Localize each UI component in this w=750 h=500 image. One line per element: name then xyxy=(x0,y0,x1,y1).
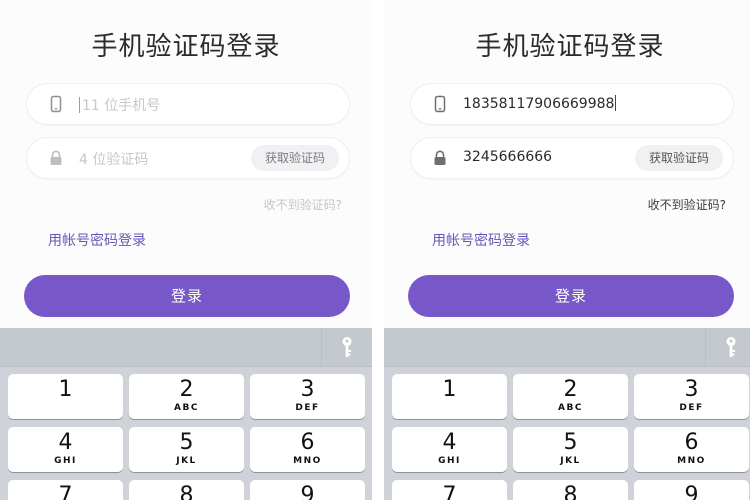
key-digit: 3 xyxy=(300,377,315,402)
login-screen-empty: 手机验证码登录 11 位手机号 4 位验证码 获取验证码 收不到验证码? 用帐号… xyxy=(0,0,372,500)
key-digit: 5 xyxy=(179,430,194,455)
key-3[interactable]: 3 DEF xyxy=(250,374,365,419)
key-digit: 9 xyxy=(300,483,315,500)
page-title: 手机验证码登录 xyxy=(91,32,281,62)
no-code-link[interactable]: 收不到验证码? xyxy=(264,196,342,213)
keychain-button[interactable] xyxy=(705,328,750,366)
key-digit: 9 xyxy=(684,483,699,500)
key-letters: ABC xyxy=(558,403,583,413)
numeric-keyboard: 1 2 ABC 3 DEF 4 GHI 5 JKL 6 MNO 7 8 9 xyxy=(0,328,372,500)
key-3[interactable]: 3 DEF xyxy=(634,374,749,419)
password-login-link[interactable]: 用帐号密码登录 xyxy=(432,230,530,250)
phone-input[interactable]: 18358117906669988 xyxy=(410,83,734,125)
login-screen-filled: 手机验证码登录 18358117906669988 3245666666 获取验… xyxy=(384,0,750,500)
key-digit: 7 xyxy=(442,483,457,500)
key-9[interactable]: 9 xyxy=(250,480,365,500)
key-5[interactable]: 5 JKL xyxy=(129,427,244,472)
key-digit: 1 xyxy=(58,377,73,402)
key-7[interactable]: 7 xyxy=(8,480,123,500)
key-letters: MNO xyxy=(293,456,322,466)
key-1[interactable]: 1 xyxy=(392,374,507,419)
get-code-button[interactable]: 获取验证码 xyxy=(634,145,723,171)
key-letters: MNO xyxy=(677,456,706,466)
key-7[interactable]: 7 xyxy=(392,480,507,500)
key-letters: DEF xyxy=(295,403,320,413)
login-button[interactable]: 登录 xyxy=(24,275,350,317)
key-4[interactable]: 4 GHI xyxy=(392,427,507,472)
page-title: 手机验证码登录 xyxy=(475,32,665,62)
phone-input[interactable]: 11 位手机号 xyxy=(26,83,350,125)
numeric-keyboard: 1 2 ABC 3 DEF 4 GHI 5 JKL 6 MNO 7 8 9 xyxy=(384,328,750,500)
key-letters: GHI xyxy=(54,456,77,466)
code-value: 3245666666 xyxy=(463,149,553,165)
key-digit: 8 xyxy=(179,483,194,500)
key-8[interactable]: 8 xyxy=(129,480,244,500)
key-letters: JKL xyxy=(176,456,197,466)
key-digit: 4 xyxy=(442,430,457,455)
key-digit: 8 xyxy=(563,483,578,500)
no-code-link[interactable]: 收不到验证码? xyxy=(648,196,726,213)
key-digit: 1 xyxy=(442,377,457,402)
key-digit: 3 xyxy=(684,377,699,402)
keychain-button[interactable] xyxy=(321,328,372,366)
code-input[interactable]: 4 位验证码 获取验证码 xyxy=(26,137,350,179)
key-icon xyxy=(342,337,352,357)
phone-icon xyxy=(434,95,446,113)
key-digit: 6 xyxy=(684,430,699,455)
key-digit: 6 xyxy=(300,430,315,455)
key-letters: GHI xyxy=(438,456,461,466)
lock-icon xyxy=(50,150,62,165)
key-digit: 2 xyxy=(179,377,194,402)
key-4[interactable]: 4 GHI xyxy=(8,427,123,472)
key-6[interactable]: 6 MNO xyxy=(250,427,365,472)
phone-placeholder: 11 位手机号 xyxy=(79,95,160,115)
key-1[interactable]: 1 xyxy=(8,374,123,419)
login-button[interactable]: 登录 xyxy=(408,275,734,317)
get-code-button[interactable]: 获取验证码 xyxy=(250,145,339,171)
keyboard-toolbar xyxy=(384,328,750,367)
key-digit: 5 xyxy=(563,430,578,455)
lock-icon xyxy=(434,150,446,165)
key-digit: 2 xyxy=(563,377,578,402)
phone-value: 18358117906669988 xyxy=(463,95,617,112)
key-icon xyxy=(726,337,736,357)
key-9[interactable]: 9 xyxy=(634,480,749,500)
key-6[interactable]: 6 MNO xyxy=(634,427,749,472)
key-letters: DEF xyxy=(679,403,704,413)
phone-icon xyxy=(50,95,62,113)
key-2[interactable]: 2 ABC xyxy=(513,374,628,419)
code-input[interactable]: 3245666666 获取验证码 xyxy=(410,137,734,179)
key-digit: 4 xyxy=(58,430,73,455)
key-digit: 7 xyxy=(58,483,73,500)
password-login-link[interactable]: 用帐号密码登录 xyxy=(48,230,146,250)
key-8[interactable]: 8 xyxy=(513,480,628,500)
key-letters: ABC xyxy=(174,403,199,413)
key-2[interactable]: 2 ABC xyxy=(129,374,244,419)
key-letters: JKL xyxy=(560,456,581,466)
key-5[interactable]: 5 JKL xyxy=(513,427,628,472)
keyboard-toolbar xyxy=(0,328,372,367)
code-placeholder: 4 位验证码 xyxy=(79,152,149,168)
